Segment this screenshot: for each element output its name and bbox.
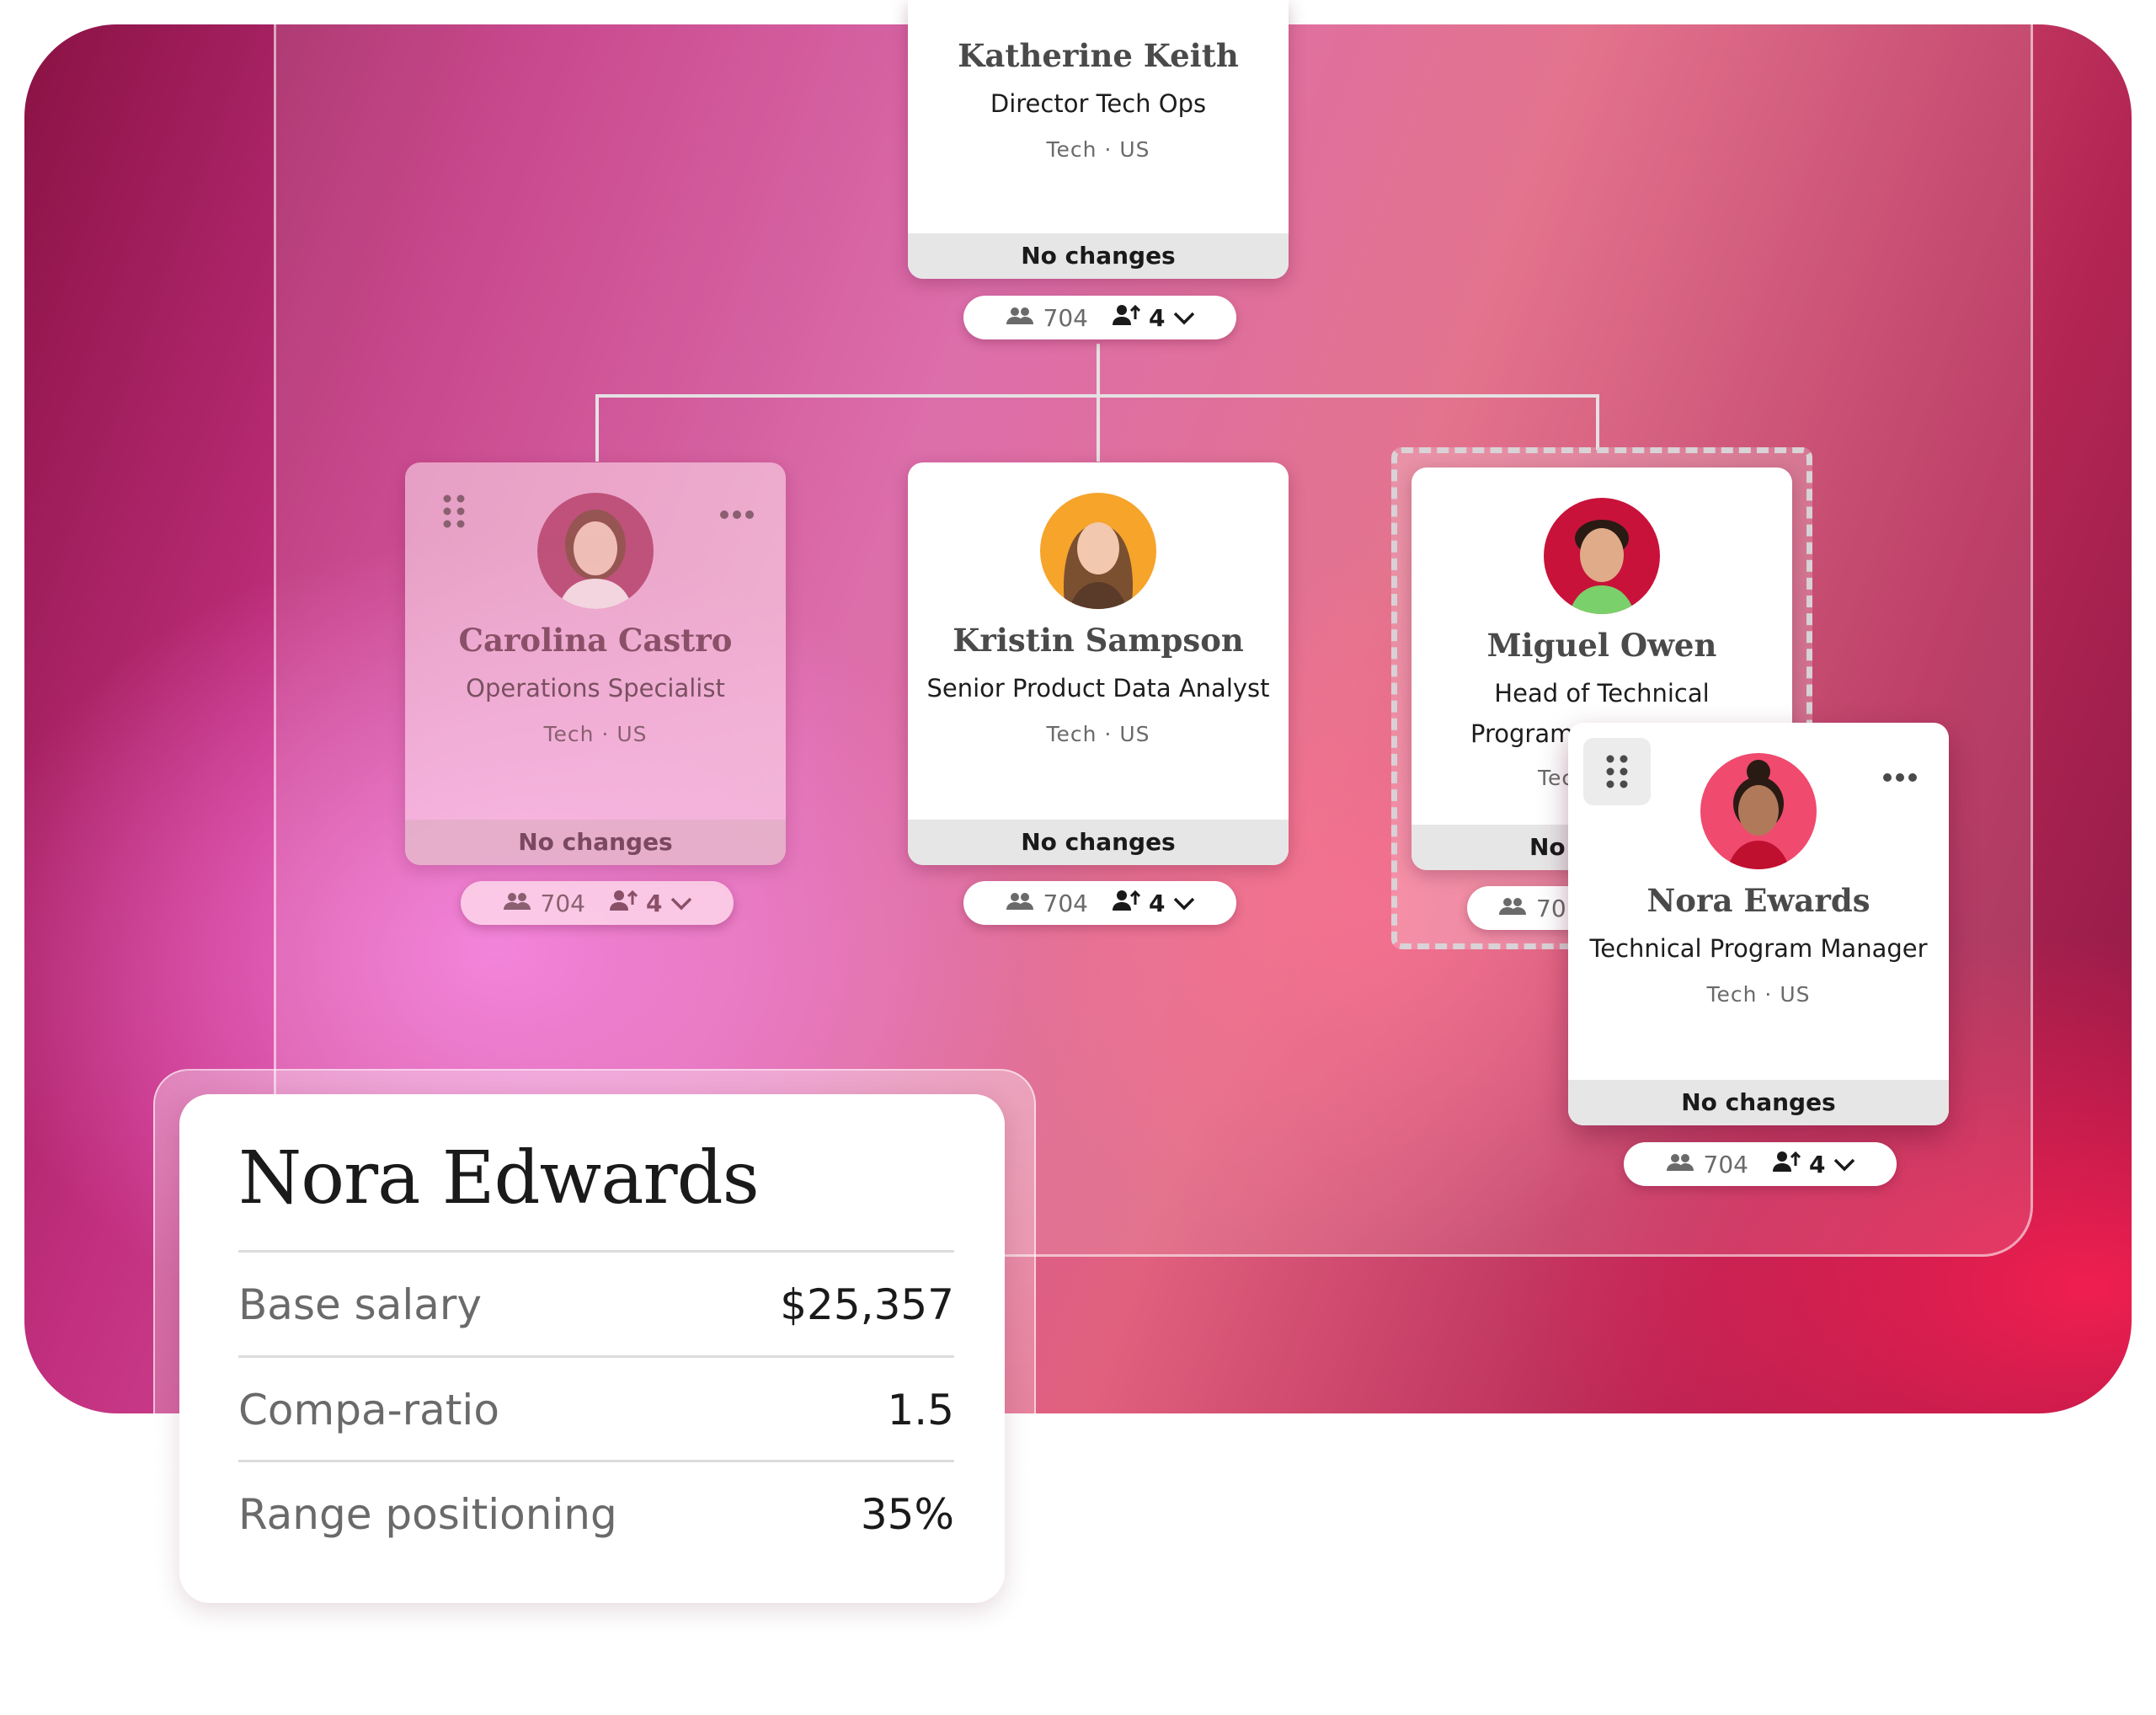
avatar <box>1544 498 1660 614</box>
connector-vertical-top <box>1097 344 1100 462</box>
people-icon <box>1665 1151 1695 1178</box>
employee-meta: Tech · US <box>1046 722 1150 746</box>
drag-handle-icon[interactable] <box>420 478 488 545</box>
direct-reports-value: 4 <box>1148 889 1166 917</box>
row-label: Base salary <box>238 1280 483 1329</box>
detail-row-base-salary: Base salary $25,357 <box>238 1250 954 1357</box>
org-card-carolina-castro[interactable]: Carolina Castro Operations Specialist Te… <box>405 462 786 865</box>
people-icon <box>502 890 532 917</box>
employee-title: Director Tech Ops <box>990 89 1207 118</box>
employee-meta: Tech · US <box>1046 137 1150 162</box>
status-bar: No changes <box>1568 1080 1949 1125</box>
people-icon <box>1005 304 1035 332</box>
headcount-value: 70 <box>1536 894 1566 922</box>
connector-left <box>595 394 599 462</box>
row-value: 1.5 <box>887 1386 954 1435</box>
person-arrow-icon <box>609 890 638 917</box>
team-stats-pill[interactable]: 704 4 <box>461 881 734 925</box>
org-card-katherine-keith[interactable]: Katherine Keith Director Tech Ops Tech ·… <box>908 0 1289 279</box>
employee-title-line1: Head of Technical <box>1494 679 1710 708</box>
person-arrow-icon <box>1112 890 1141 917</box>
employee-title: Operations Specialist <box>466 674 725 703</box>
connector-horizontal <box>595 394 1599 398</box>
employee-name: Carolina Castro <box>458 622 733 659</box>
direct-reports-value: 4 <box>645 889 663 917</box>
chevron-down-icon[interactable] <box>1833 1151 1855 1178</box>
avatar <box>1700 753 1817 869</box>
people-icon <box>1497 895 1528 922</box>
employee-name: Miguel Owen <box>1486 627 1717 664</box>
headcount-value: 704 <box>1043 303 1088 332</box>
person-arrow-icon <box>1772 1151 1801 1178</box>
team-stats-pill[interactable]: 704 4 <box>1624 1142 1897 1186</box>
direct-reports-value: 4 <box>1148 303 1166 332</box>
detail-name: Nora Edwards <box>238 1136 760 1221</box>
employee-meta: Tech · US <box>543 722 648 746</box>
detail-row-range-positioning: Range positioning 35% <box>238 1460 954 1567</box>
row-value: 35% <box>860 1490 954 1539</box>
team-stats-pill[interactable]: 704 4 <box>963 296 1236 339</box>
status-bar: No changes <box>908 233 1289 279</box>
employee-title: Senior Product Data Analyst <box>926 674 1270 703</box>
headcount-value: 704 <box>540 889 585 917</box>
employee-name: Nora Ewards <box>1646 882 1870 919</box>
chevron-down-icon[interactable] <box>1173 890 1195 917</box>
avatar <box>537 493 654 609</box>
employee-title: Technical Program Manager <box>1589 934 1928 963</box>
people-icon <box>1005 890 1035 917</box>
row-label: Compa-ratio <box>238 1386 499 1435</box>
person-arrow-icon <box>1112 304 1141 332</box>
chevron-down-icon[interactable] <box>670 890 692 917</box>
chevron-down-icon[interactable] <box>1173 304 1195 332</box>
compensation-detail-card: Nora Edwards Base salary $25,357 Compa-r… <box>179 1094 1005 1603</box>
org-card-nora-ewards-dragging[interactable]: Nora Ewards Technical Program Manager Te… <box>1568 723 1949 1125</box>
org-card-kristin-sampson[interactable]: Kristin Sampson Senior Product Data Anal… <box>908 462 1289 865</box>
row-label: Range positioning <box>238 1490 617 1539</box>
employee-meta: Tech · US <box>1706 982 1811 1007</box>
headcount-value: 704 <box>1703 1150 1748 1178</box>
headcount-value: 704 <box>1043 889 1088 917</box>
employee-name: Katherine Keith <box>958 37 1239 74</box>
connector-right <box>1596 394 1599 450</box>
status-bar: No changes <box>405 820 786 865</box>
detail-row-compa-ratio: Compa-ratio 1.5 <box>238 1355 954 1462</box>
drag-handle-icon[interactable] <box>1583 738 1651 805</box>
avatar <box>1040 493 1156 609</box>
direct-reports-value: 4 <box>1808 1150 1826 1178</box>
status-bar: No changes <box>908 820 1289 865</box>
employee-name: Kristin Sampson <box>953 622 1244 659</box>
row-value: $25,357 <box>780 1280 954 1329</box>
more-options-icon[interactable] <box>1883 769 1917 785</box>
more-options-icon[interactable] <box>720 506 754 522</box>
team-stats-pill[interactable]: 704 4 <box>963 881 1236 925</box>
